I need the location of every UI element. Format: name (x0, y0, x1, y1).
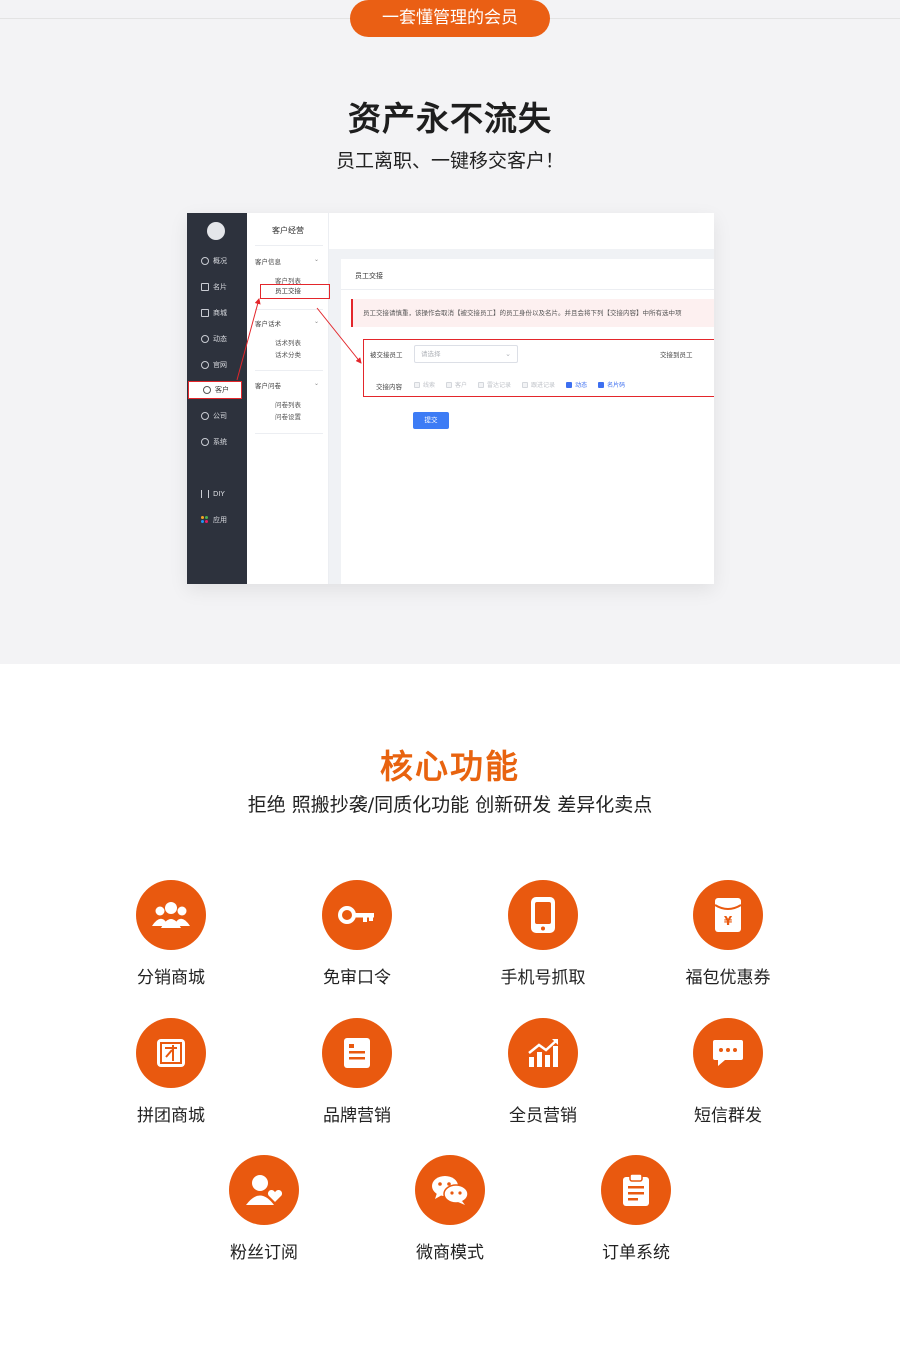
feature-brand-marketing[interactable]: 品牌营销 (287, 1018, 427, 1126)
wechat-icon (415, 1155, 485, 1225)
core-title: 核心功能 (380, 747, 520, 786)
feature-phone-capture[interactable]: 手机号抓取 (473, 880, 613, 988)
feature-distribution-mall[interactable]: 分销商城 (101, 880, 241, 988)
key-icon (322, 880, 392, 950)
header-pill: 一套懂管理的会员 (350, 0, 550, 37)
core-subtitle: 拒绝 照搬抄袭/同质化功能 创新研发 差异化卖点 (247, 794, 653, 816)
growth-chart-icon (508, 1018, 578, 1088)
admin-screenshot: 概况 名片 商城 动态 官网 客户 公司 系统 DIY 应用 客户经营 客户信息… (187, 213, 714, 584)
red-envelope-icon: ¥ (693, 880, 763, 950)
svg-text:¥: ¥ (724, 914, 733, 928)
phone-icon (508, 880, 578, 950)
feature-no-review-code[interactable]: 免审口令 (287, 880, 427, 988)
hero-title: 资产永不流失 (348, 99, 552, 138)
clipboard-icon (601, 1155, 671, 1225)
guide-arrows (236, 298, 362, 381)
arrow-to-form (316, 307, 362, 364)
feature-all-staff-marketing[interactable]: 全员营销 (473, 1018, 613, 1126)
group-users-icon (136, 880, 206, 950)
message-bubble-icon (693, 1018, 763, 1088)
group-buy-icon (136, 1018, 206, 1088)
arrow-to-submenu (236, 298, 261, 381)
feature-coupon-pack[interactable]: ¥ 福包优惠券 (658, 880, 798, 988)
top-section: 一套懂管理的会员 资产永不流失 员工离职、一键移交客户！ 概况 名片 商城 动态… (0, 0, 900, 664)
feature-order-system[interactable]: 订单系统 (566, 1155, 706, 1263)
feature-group-buy-mall[interactable]: 拼团商城 (101, 1018, 241, 1126)
feature-sms-broadcast[interactable]: 短信群发 (658, 1018, 798, 1126)
feature-wechat-mode[interactable]: 微商模式 (380, 1155, 520, 1263)
document-icon (322, 1018, 392, 1088)
user-heart-icon (229, 1155, 299, 1225)
hero-subtitle: 员工离职、一键移交客户！ (335, 150, 564, 172)
feature-fan-subscription[interactable]: 粉丝订阅 (194, 1155, 334, 1263)
